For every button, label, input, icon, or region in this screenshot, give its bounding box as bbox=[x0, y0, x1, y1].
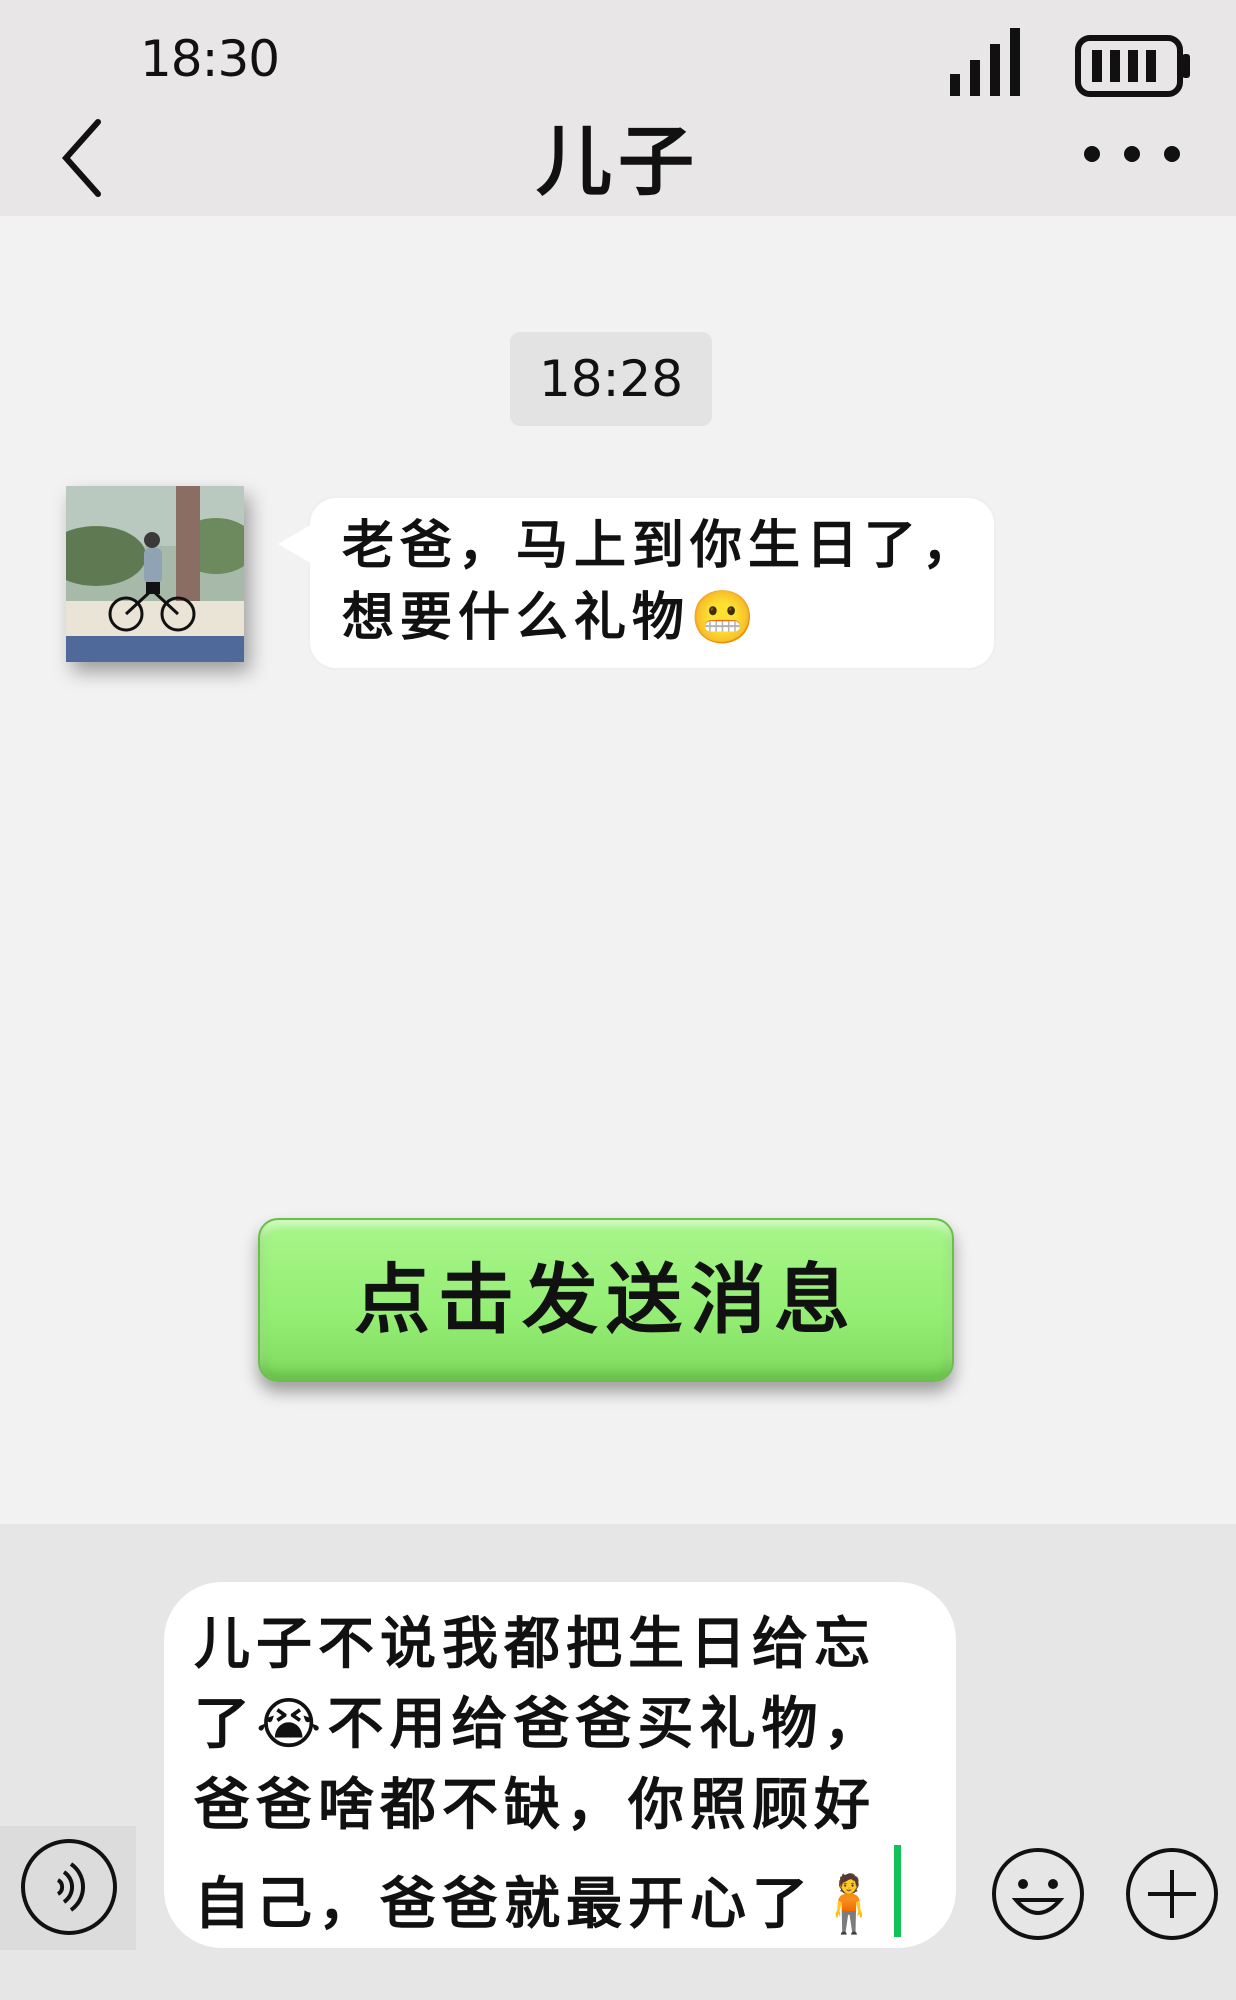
battery-icon bbox=[1075, 35, 1190, 97]
chat-title: 儿子 bbox=[536, 117, 700, 206]
person-emoji-icon: 🧍 bbox=[814, 1872, 890, 1937]
plus-icon[interactable] bbox=[1124, 1846, 1220, 1942]
avatar[interactable] bbox=[66, 486, 244, 662]
message-timestamp: 18:28 bbox=[510, 332, 712, 426]
more-icon[interactable] bbox=[1080, 140, 1184, 168]
voice-button[interactable] bbox=[0, 1826, 136, 1950]
status-time: 18:30 bbox=[140, 30, 280, 88]
crying-emoji-icon: 😭 bbox=[256, 1692, 328, 1757]
grimace-emoji-icon: 😬 bbox=[690, 588, 761, 648]
voice-icon bbox=[21, 1839, 117, 1935]
message-input-text: 儿子不说我都把生日给忘了😭不用给爸爸买礼物，爸爸啥都不缺，你照顾好自己，爸爸就最… bbox=[194, 1604, 934, 1945]
top-bar: 18:30 儿子 bbox=[0, 0, 1236, 216]
cyclist-avatar-image bbox=[66, 486, 244, 662]
signal-icon bbox=[950, 28, 1020, 96]
emoji-icon[interactable] bbox=[990, 1846, 1086, 1942]
text-caret bbox=[893, 1845, 901, 1937]
send-message-button[interactable]: 点击发送消息 bbox=[258, 1218, 954, 1382]
received-message-text: 老爸，马上到你生日了，想要什么礼物😬 bbox=[342, 510, 982, 654]
message-input[interactable]: 儿子不说我都把生日给忘了😭不用给爸爸买礼物，爸爸啥都不缺，你照顾好自己，爸爸就最… bbox=[164, 1582, 956, 1948]
received-message-bubble[interactable]: 老爸，马上到你生日了，想要什么礼物😬 bbox=[278, 498, 994, 668]
